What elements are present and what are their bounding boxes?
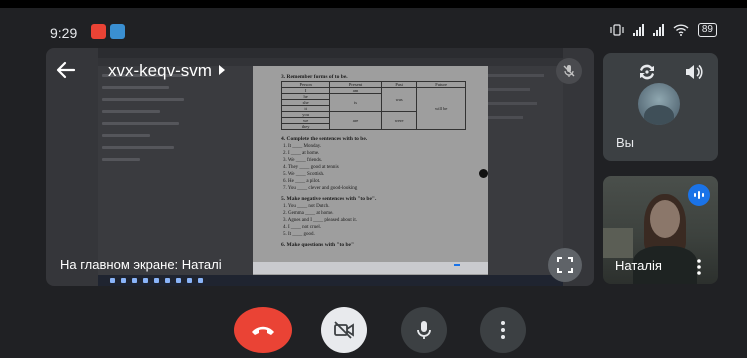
signal-icon-2 (652, 24, 664, 36)
doc-line: 2. Gemma ____ at home. (283, 211, 334, 216)
fullscreen-button[interactable] (548, 248, 582, 282)
meeting-code-text: xvx-keqv-svm (108, 61, 212, 80)
windows-taskbar (98, 275, 563, 286)
doc-line: 4. They ____ good at tennis (283, 165, 339, 170)
meeting-code[interactable]: xvx-keqv-svm (108, 61, 227, 81)
table-cell: is (329, 93, 382, 112)
taskbar-app-icon (198, 278, 203, 283)
browser-tabs (98, 48, 563, 58)
page-side-content (102, 74, 198, 170)
doc-line: 4. I ____ not cruel. (283, 225, 322, 230)
taskbar-app-icon (132, 278, 137, 283)
more-vert-icon (501, 321, 505, 339)
presentation-tile[interactable]: 3. Remember forms of to be. Person Prese… (46, 48, 594, 286)
more-options-button[interactable] (480, 307, 526, 353)
top-strip (0, 0, 747, 8)
doc-line: 3. Agnes and I ____ pleased about it. (283, 218, 358, 223)
doc-line: 3. We ____ friends. (283, 158, 323, 163)
speaker-icon[interactable] (683, 62, 703, 82)
end-call-icon (252, 326, 274, 335)
self-name: Вы (616, 135, 635, 150)
to-be-table: Person Present Past Future Iam was will be… (280, 81, 466, 130)
taskbar-app-icon (110, 278, 115, 283)
doc-scroll-button[interactable] (479, 169, 488, 178)
presenter-muted-indicator (556, 58, 582, 84)
vibrate-icon (610, 24, 624, 36)
page-right-content (488, 74, 558, 130)
mic-off-icon (563, 65, 575, 77)
doc-section-heading: 4. Complete the sentences with to be. (281, 136, 368, 142)
table-cell: was (380, 87, 418, 112)
back-arrow-icon[interactable] (54, 58, 78, 82)
taskbar-app-icon (165, 278, 170, 283)
wifi-icon (673, 24, 689, 36)
speaking-indicator-icon (688, 184, 710, 206)
doc-line: 5. We ____ Scottish. (283, 172, 325, 177)
signal-icon (632, 24, 644, 36)
telegram-icon (110, 24, 125, 39)
mic-icon (417, 321, 431, 339)
end-call-button[interactable] (234, 307, 292, 353)
doc-line: 7. You ____ clever and good-looking (283, 186, 358, 191)
status-time: 9:29 (50, 25, 78, 41)
more-vert-icon[interactable] (693, 258, 705, 276)
doc-section-heading: 3. Remember forms of to be. (281, 74, 348, 80)
table-cell: will be (416, 87, 466, 130)
status-bar: 9:29 89 (0, 8, 747, 48)
doc-line: 5. It ____ good. (283, 232, 315, 237)
taskbar-app-icon (187, 278, 192, 283)
switch-camera-icon[interactable] (637, 62, 657, 82)
share-notice-bar (253, 262, 488, 274)
taskbar-app-icon (176, 278, 181, 283)
participant-tile[interactable]: Наталія (603, 176, 718, 284)
background-shelf (603, 228, 633, 258)
fullscreen-icon (557, 257, 573, 273)
mic-toggle-button[interactable] (401, 307, 447, 353)
doc-section-heading: 5. Make negative sentences with "to be". (281, 196, 377, 202)
self-tile[interactable]: Вы (603, 53, 718, 161)
presenting-label: На главном экране: Наталі (60, 257, 222, 272)
doc-line: 1. You ____ not Dutch. (283, 204, 330, 209)
avatar (638, 83, 680, 125)
camera-off-icon (334, 321, 354, 339)
participant-name: Наталія (615, 258, 662, 273)
doc-line: 6. He ____ a pilot. (283, 179, 321, 184)
doc-section-heading: 6. Make questions with "to be" (281, 242, 355, 248)
chevron-right-icon (218, 65, 225, 75)
participant-face (650, 200, 680, 238)
camera-toggle-button[interactable] (321, 307, 367, 353)
taskbar-app-icon (154, 278, 159, 283)
doc-line: 1. It ____ Monday. (283, 144, 322, 149)
gmail-icon (91, 24, 106, 39)
status-indicators: 89 (610, 23, 717, 37)
table-cell: were (380, 111, 418, 130)
share-notice-button[interactable] (454, 264, 460, 266)
table-cell: are (329, 111, 382, 130)
shared-document: 3. Remember forms of to be. Person Prese… (253, 66, 488, 276)
taskbar-app-icon (143, 278, 148, 283)
battery-indicator: 89 (697, 23, 717, 37)
shared-screen: 3. Remember forms of to be. Person Prese… (98, 48, 563, 286)
taskbar-app-icon (121, 278, 126, 283)
table-cell: they (280, 123, 331, 130)
doc-line: 2. I ____ at home. (283, 151, 320, 156)
